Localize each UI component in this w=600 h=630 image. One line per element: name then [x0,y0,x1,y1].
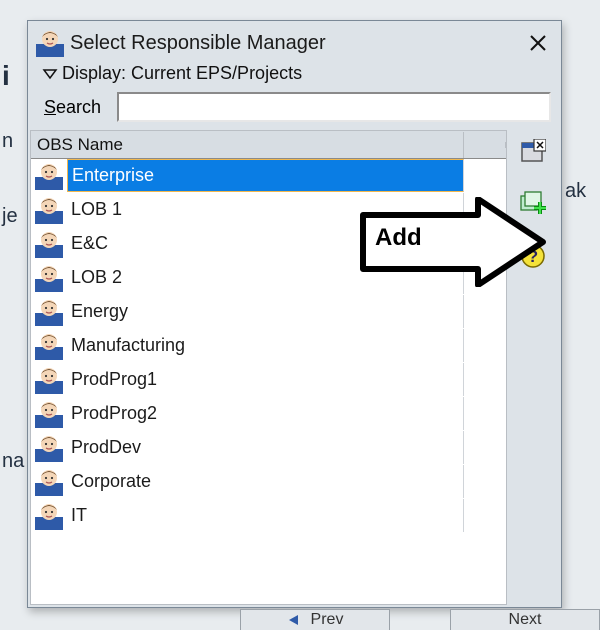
list-item-label: Corporate [67,465,464,498]
content-area: OBS Name Enterprise LOB 1 E&C LOB 2 Ener… [30,130,559,605]
chevron-down-icon [42,67,58,81]
person-icon [31,366,67,394]
svg-text:?: ? [528,247,538,266]
list-item-label: IT [67,499,464,532]
person-icon [31,434,67,462]
list-item-label: Energy [67,295,464,328]
person-icon [31,298,67,326]
list-item[interactable]: ProdDev [31,431,506,465]
obs-rows: Enterprise LOB 1 E&C LOB 2 Energy Manufa… [31,159,506,604]
list-item[interactable]: Corporate [31,465,506,499]
next-button[interactable]: Next [450,609,600,630]
help-icon: ? [520,243,546,269]
list-item-label: LOB 1 [67,193,464,226]
list-item[interactable]: LOB 2 [31,261,506,295]
close-window-button[interactable] [517,136,549,168]
display-dropdown[interactable]: Display: Current EPS/Projects [42,63,551,84]
side-action-bar: ? [507,130,559,605]
person-icon [31,230,67,258]
person-icon [31,196,67,224]
person-icon [31,502,67,530]
list-item-label: E&C [67,227,464,260]
list-item-label: ProdProg1 [67,363,464,396]
list-item[interactable]: ProdProg1 [31,363,506,397]
prev-button[interactable]: Prev [240,609,390,630]
search-input[interactable] [117,92,551,122]
person-icon [31,468,67,496]
select-manager-dialog: Select Responsible Manager Display: Curr… [27,20,562,608]
list-item[interactable]: Enterprise [31,159,506,193]
list-item[interactable]: LOB 1 [31,193,506,227]
column-header-obs-name[interactable]: OBS Name [31,132,464,158]
list-item-label: LOB 2 [67,261,464,294]
dialog-title: Select Responsible Manager [70,32,521,55]
close-window-icon [520,139,546,165]
list-item-label: Manufacturing [67,329,464,362]
obs-list-panel: OBS Name Enterprise LOB 1 E&C LOB 2 Ener… [30,130,507,605]
person-icon [31,264,67,292]
list-item-label: ProdProg2 [67,397,464,430]
list-item[interactable]: E&C [31,227,506,261]
titlebar: Select Responsible Manager [28,21,561,61]
column-header-spacer [464,142,506,148]
help-button[interactable]: ? [517,240,549,272]
add-icon [520,191,546,217]
add-button[interactable] [517,188,549,220]
column-header-row: OBS Name [31,131,506,159]
person-icon [31,162,67,190]
person-icon [31,332,67,360]
list-item-label: ProdDev [67,431,464,464]
list-item[interactable]: Energy [31,295,506,329]
person-icon [31,400,67,428]
list-item[interactable]: ProdProg2 [31,397,506,431]
list-item[interactable]: Manufacturing [31,329,506,363]
background-nav: Prev Next [240,609,600,630]
display-label: Display: Current EPS/Projects [62,63,302,84]
close-icon [528,33,548,53]
manager-icon [36,29,64,57]
list-item[interactable]: IT [31,499,506,533]
close-button[interactable] [521,26,555,60]
search-label: Search [44,97,101,118]
list-item-label: Enterprise [67,159,464,192]
search-row: Search [40,92,551,122]
